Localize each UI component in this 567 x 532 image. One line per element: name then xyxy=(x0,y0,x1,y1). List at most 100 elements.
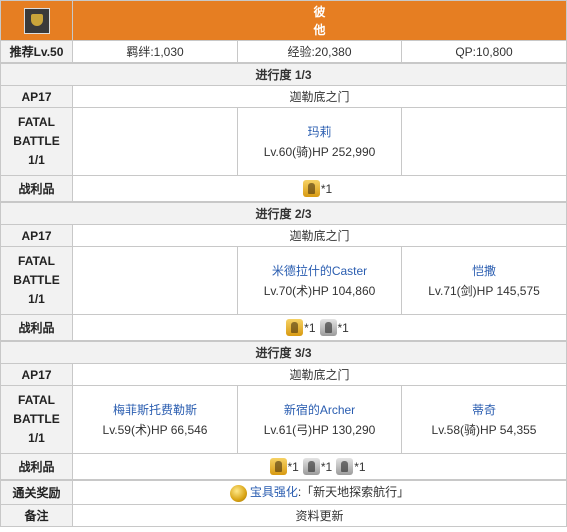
progress-row: 进行度 3/3 xyxy=(0,341,567,364)
stage-progress: 进行度 1/3 xyxy=(0,63,567,86)
notes-label: 备注 xyxy=(0,504,73,527)
stage-table: 进行度 1/3 AP17 迦勒底之门 FATAL BATTLE 1/1 玛莉 Lv.60(骑)… xyxy=(0,63,567,202)
spoils-row: 战利品 *1 *1 xyxy=(0,314,567,341)
fatal-battle-text: FATAL xyxy=(18,393,55,407)
ap-row: AP17 迦勒底之门 xyxy=(0,85,567,108)
ap-cost: AP17 xyxy=(0,224,73,247)
fatal-battle-text: 1/1 xyxy=(28,292,45,306)
drop-item[interactable]: *1 xyxy=(319,319,349,336)
enemy-cell xyxy=(72,246,238,315)
stage-location: 迦勒底之门 xyxy=(71,224,567,247)
enemy-stats: Lv.70(术)HP 104,860 xyxy=(263,283,376,298)
enemy-name-link[interactable]: 恺撒 xyxy=(472,264,496,278)
stage-location: 迦勒底之门 xyxy=(71,363,567,386)
enemy-name-link[interactable]: 玛莉 xyxy=(307,125,331,139)
silver-piece-icon xyxy=(336,458,354,475)
battle-row: FATAL BATTLE 1/1 玛莉 Lv.60(骑)HP 252,990 xyxy=(0,107,567,176)
spoils-label: 战利品 xyxy=(0,314,73,341)
reward-link[interactable]: 宝具强化 xyxy=(250,485,298,499)
quest-icon xyxy=(23,7,50,34)
drop-item[interactable]: *1 xyxy=(302,458,333,475)
stage-progress: 进行度 2/3 xyxy=(0,202,567,225)
enemy-name-link[interactable]: 蒂奇 xyxy=(472,403,496,417)
quest-header-row: 彼 他 xyxy=(0,0,567,41)
silver-piece-icon xyxy=(319,319,337,336)
quest-icon-cell xyxy=(0,0,73,41)
drop-count: *1 xyxy=(320,181,333,196)
drop-count: *1 xyxy=(320,459,333,474)
exp-value: 经验:20,380 xyxy=(237,40,402,63)
fatal-battle-label: FATAL BATTLE 1/1 xyxy=(0,246,73,315)
drop-item[interactable]: *1 xyxy=(302,180,333,197)
drop-item[interactable]: *1 xyxy=(269,458,299,475)
fatal-battle-label: FATAL BATTLE 1/1 xyxy=(0,107,73,176)
spoils-row: 战利品 *1 xyxy=(0,175,567,202)
stages-container: 进行度 1/3 AP17 迦勒底之门 FATAL BATTLE 1/1 玛莉 Lv.60(骑)… xyxy=(0,63,567,480)
silver-piece-icon xyxy=(302,458,320,475)
drop-count: *1 xyxy=(287,459,299,474)
quest-title-line2: 他 xyxy=(313,22,326,37)
drop-count: *1 xyxy=(354,459,366,474)
fatal-battle-text: FATAL xyxy=(18,115,55,129)
enemy-stats: Lv.59(术)HP 66,546 xyxy=(102,422,208,437)
stage-progress: 进行度 3/3 xyxy=(0,341,567,364)
battle-row: FATAL BATTLE 1/1 梅菲斯托费勒斯 Lv.59(术)HP 66,546 新宿… xyxy=(0,385,567,454)
bond-value: 羁绊:1,030 xyxy=(72,40,238,63)
ap-row: AP17 迦勒底之门 xyxy=(0,363,567,386)
gold-piece-icon xyxy=(269,458,287,475)
ap-cost: AP17 xyxy=(0,85,73,108)
spoils-label: 战利品 xyxy=(0,175,73,202)
enemy-cell: 玛莉 Lv.60(骑)HP 252,990 xyxy=(237,107,402,176)
enemy-cell: 恺撒 Lv.71(剑)HP 145,575 xyxy=(400,246,567,315)
notes-row: 备注 资料更新 xyxy=(0,504,567,527)
progress-row: 进行度 2/3 xyxy=(0,202,567,225)
enemy-stats: Lv.58(骑)HP 54,355 xyxy=(431,422,537,437)
footer-table: 通关奖励 宝具强化:「新天地探索航行」 备注 资料更新 xyxy=(0,480,567,527)
ap-row: AP17 迦勒底之门 xyxy=(0,224,567,247)
battle-row: FATAL BATTLE 1/1 米德拉什的Caster Lv.70(术)HP 104,… xyxy=(0,246,567,315)
fatal-battle-text: BATTLE xyxy=(13,134,60,148)
fatal-battle-label: FATAL BATTLE 1/1 xyxy=(0,385,73,454)
gold-piece-icon xyxy=(286,319,304,336)
reward-text: :「新天地探索航行」 xyxy=(297,485,410,500)
quest-title-line1: 彼 xyxy=(313,4,326,19)
stage-table: 进行度 3/3 AP17 迦勒底之门 FATAL BATTLE 1/1 梅菲斯托费勒斯 Lv.… xyxy=(0,341,567,480)
enemy-cell: 蒂奇 Lv.58(骑)HP 54,355 xyxy=(400,385,567,454)
enemy-cell xyxy=(72,107,238,176)
recommend-level: 推荐Lv.50 xyxy=(0,40,73,63)
stage-location: 迦勒底之门 xyxy=(71,85,567,108)
enemy-name-link[interactable]: 新宿的Archer xyxy=(284,403,355,417)
enemy-stats: Lv.71(剑)HP 145,575 xyxy=(428,283,540,298)
drops-cell: *1 xyxy=(71,175,567,202)
enemy-cell: 梅菲斯托费勒斯 Lv.59(术)HP 66,546 xyxy=(72,385,238,454)
enemy-stats: Lv.60(骑)HP 252,990 xyxy=(263,144,376,159)
gold-piece-icon xyxy=(302,180,320,197)
fatal-battle-text: 1/1 xyxy=(28,153,45,167)
fatal-battle-text: FATAL xyxy=(18,254,55,268)
enemy-cell: 米德拉什的Caster Lv.70(术)HP 104,860 xyxy=(237,246,402,315)
enemy-stats: Lv.61(弓)HP 130,290 xyxy=(263,422,376,437)
notes-text: 资料更新 xyxy=(72,504,567,527)
spoils-label: 战利品 xyxy=(0,453,73,480)
drop-item[interactable]: *1 xyxy=(286,319,316,336)
enemy-cell: 新宿的Archer Lv.61(弓)HP 130,290 xyxy=(237,385,402,454)
reward-row: 通关奖励 宝具强化:「新天地探索航行」 xyxy=(0,480,567,505)
np-upgrade-medal-icon xyxy=(229,484,247,502)
ap-cost: AP17 xyxy=(0,363,73,386)
reward-label: 通关奖励 xyxy=(0,480,73,505)
drop-count: *1 xyxy=(304,320,316,335)
fatal-battle-text: BATTLE xyxy=(13,273,60,287)
quest-table: 彼 他 推荐Lv.50 羁绊:1,030 经验:20,380 QP:10,800 xyxy=(0,0,567,63)
stage-table: 进行度 2/3 AP17 迦勒底之门 FATAL BATTLE 1/1 米德拉什的Caste… xyxy=(0,202,567,341)
drop-count: *1 xyxy=(337,320,349,335)
progress-row: 进行度 1/3 xyxy=(0,63,567,86)
spoils-row: 战利品 *1 *1 *1 xyxy=(0,453,567,480)
enemy-name-link[interactable]: 梅菲斯托费勒斯 xyxy=(113,403,197,417)
fatal-battle-text: 1/1 xyxy=(28,431,45,445)
drop-item[interactable]: *1 xyxy=(336,458,366,475)
drops-cell: *1 *1 *1 xyxy=(71,453,567,480)
enemy-name-link[interactable]: 米德拉什的Caster xyxy=(272,264,367,278)
fatal-battle-text: BATTLE xyxy=(13,412,60,426)
recommend-row: 推荐Lv.50 羁绊:1,030 经验:20,380 QP:10,800 xyxy=(0,40,567,63)
drops-cell: *1 *1 xyxy=(71,314,567,341)
